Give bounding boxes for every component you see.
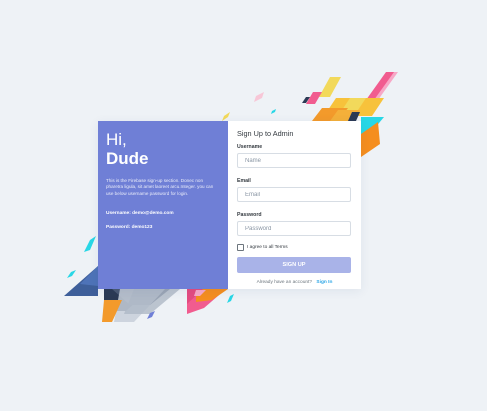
username-label: Username <box>237 144 263 150</box>
signup-button[interactable]: SIGN UP <box>237 257 351 273</box>
terms-row: I agree to all Terms <box>237 244 352 251</box>
signup-card: Hi, Dude This is the Firebase sign-up se… <box>98 121 361 289</box>
intro-panel: Hi, Dude This is the Firebase sign-up se… <box>98 121 228 289</box>
terms-label: I agree to all Terms <box>247 245 288 250</box>
deco-shape <box>227 294 234 303</box>
terms-checkbox[interactable] <box>237 244 244 251</box>
demo-password: Password: demo123 <box>106 225 153 231</box>
deco-shape <box>254 92 264 102</box>
account-text: Already have an account? <box>256 280 313 285</box>
greeting-name: Dude <box>106 149 149 168</box>
deco-shape <box>271 109 276 114</box>
deco-shape <box>80 266 98 286</box>
deco-shape <box>319 77 341 97</box>
deco-shape <box>67 270 76 278</box>
signin-prompt: Already have an account? Sign In <box>237 280 352 285</box>
username-input[interactable] <box>237 153 351 168</box>
signin-link[interactable]: Sign In <box>316 280 332 285</box>
form-title: Sign Up to Admin <box>237 129 294 138</box>
deco-shape <box>84 236 96 252</box>
password-label: Password <box>237 212 262 218</box>
greeting: Hi, <box>106 130 127 149</box>
email-input[interactable] <box>237 187 351 202</box>
password-input[interactable] <box>237 221 351 236</box>
email-label: Email <box>237 178 251 184</box>
signup-form: Sign Up to Admin Username Email Password… <box>228 121 361 289</box>
demo-username: Username: demo@demo.com <box>106 211 174 217</box>
intro-description: This is the Firebase sign-up section. Do… <box>106 178 214 196</box>
deco-shape <box>222 112 230 121</box>
